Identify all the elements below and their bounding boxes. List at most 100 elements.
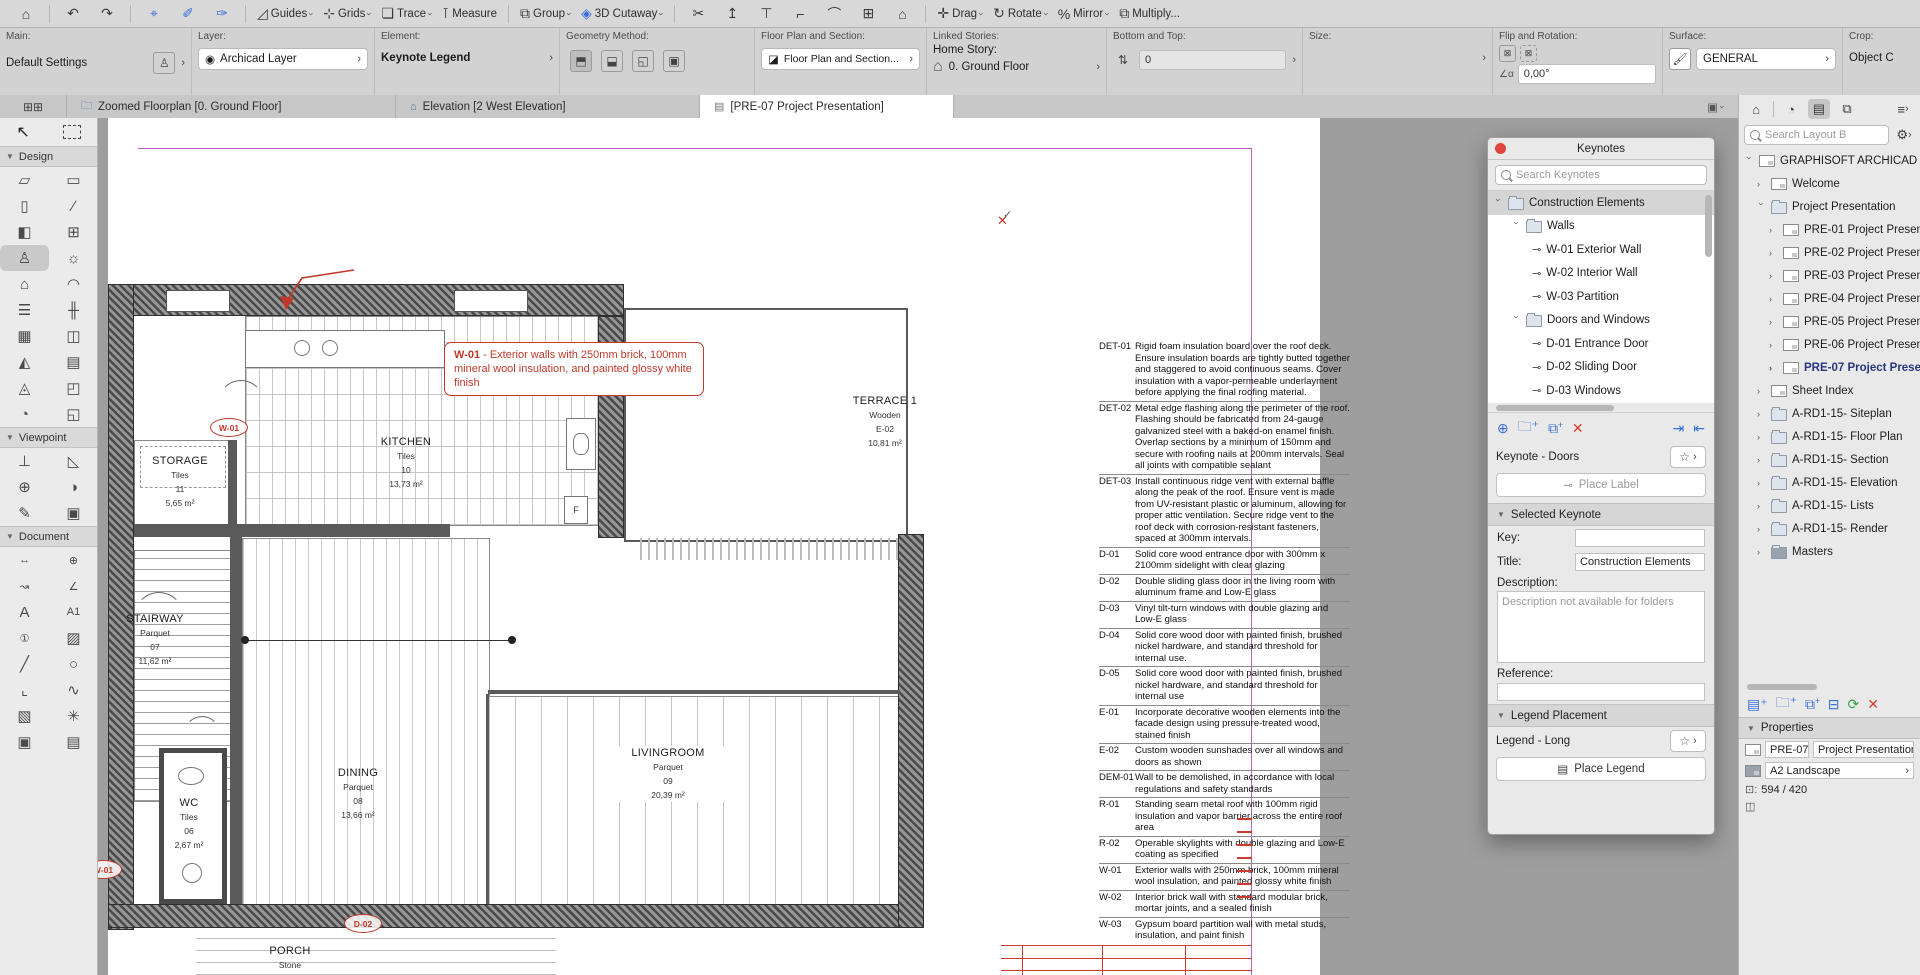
layout-id-field[interactable]: PRE-07 (1765, 741, 1809, 758)
intersect-button[interactable]: ⌐ (784, 3, 816, 25)
expand-icon[interactable]: › (1757, 524, 1766, 534)
element-value[interactable]: Keynote Legend (381, 52, 549, 64)
project-map-icon[interactable]: ⌂ (1745, 99, 1767, 119)
pick-up-parameters-button[interactable]: ⌖ (138, 3, 170, 25)
publisher-icon[interactable]: ⧉ (1836, 99, 1858, 119)
duplicate-icon[interactable]: ⧉⁺ (1548, 420, 1563, 437)
tree-item-siteplan[interactable]: › A-RD1-15- Siteplan (1739, 402, 1920, 425)
window-tool[interactable]: ⊞ (49, 219, 98, 245)
spline-tool[interactable]: ∿ (49, 677, 98, 703)
expand-icon[interactable]: › (1757, 202, 1767, 211)
tree-item-pre-07-selected[interactable]: › PRE-07 Project Presentation (1739, 356, 1920, 379)
horizontal-scrollbar[interactable] (1488, 403, 1714, 412)
add-folder-icon[interactable]: 🗀⁺ (1518, 416, 1539, 440)
freeform-tool[interactable]: ◔ (0, 401, 49, 427)
flip-checkbox[interactable]: ⊠ (1499, 45, 1516, 62)
expand-icon[interactable]: › (1769, 294, 1778, 304)
drag-button[interactable]: ✛Drag› (933, 3, 987, 25)
polyline-tool[interactable]: ⌞ (0, 677, 49, 703)
tree-item-pre-06[interactable]: › PRE-06 Project Presentation (1739, 333, 1920, 356)
mesh-tool[interactable]: ◭ (0, 349, 49, 375)
tree-item-project[interactable]: › GRAPHISOFT ARCHICAD S (1739, 149, 1920, 172)
curtain-wall-tool[interactable]: ▦ (0, 323, 49, 349)
keynote-item-w02[interactable]: ⊸ W-02 Interior Wall (1488, 262, 1714, 286)
tree-item-project-presentation[interactable]: › Project Presentation (1739, 195, 1920, 218)
angle-dimension-tool[interactable]: ∠ (49, 573, 98, 599)
tree-item-sheet-index[interactable]: › Sheet Index (1739, 379, 1920, 402)
tab-pre-07-presentation[interactable]: ▤ [PRE-07 Project Presentation] (700, 95, 954, 118)
tree-item-pre-01[interactable]: › PRE-01 Project Presentation (1739, 218, 1920, 241)
detail-tool[interactable]: ⊕ (0, 474, 49, 500)
paintbrush-icon[interactable]: 🖌 (1669, 48, 1691, 70)
tree-item-welcome[interactable]: › Welcome (1739, 172, 1920, 195)
delete-icon[interactable]: ✕ (1572, 420, 1584, 437)
group-button[interactable]: ⧉Group› (516, 3, 575, 25)
keynote-item-d02[interactable]: ⊸ D-02 Sliding Door (1488, 356, 1714, 380)
legend-placement-header[interactable]: ▼ Legend Placement (1488, 704, 1714, 727)
expand-icon[interactable]: › (1769, 225, 1778, 235)
chevron-right-icon[interactable]: › (1292, 54, 1296, 66)
3d-cutaway-button[interactable]: ◈3D Cutaway› (577, 3, 667, 25)
floorplan-section-button[interactable]: ◪ Floor Plan and Section... › (761, 48, 920, 70)
keynote-folder-doors-windows[interactable]: › Doors and Windows (1488, 309, 1714, 333)
update-icon[interactable]: ⟳ (1848, 696, 1860, 713)
wall-tool[interactable]: ▱ (0, 167, 49, 193)
panel-tool[interactable]: ◰ (49, 375, 98, 401)
zone-stamp-tool[interactable]: ◱ (49, 401, 98, 427)
expand-icon[interactable]: › (1769, 248, 1778, 258)
tree-item-pre-02[interactable]: › PRE-02 Project Presentation (1739, 241, 1920, 264)
tree-item-masters[interactable]: › Masters (1739, 540, 1920, 563)
keynote-item-w01[interactable]: ⊸ W-01 Exterior Wall (1488, 238, 1714, 262)
tree-item-section[interactable]: › A-RD1-15- Section (1739, 448, 1920, 471)
tab-overview-button[interactable]: ⊞⊞ (0, 95, 67, 118)
keynote-folder-construction-elements[interactable]: › Construction Elements (1488, 191, 1714, 215)
toolbox-section-document[interactable]: ▼ Document (0, 526, 97, 547)
new-subset-icon[interactable]: 🗀⁺ (1776, 692, 1797, 716)
door-tool[interactable]: ◧ (0, 219, 49, 245)
level-dimension-tool[interactable]: ⊕ (49, 547, 98, 573)
navigator-menu-icon[interactable]: ≡› (1892, 99, 1914, 119)
elevation-tool[interactable]: ◺ (49, 448, 98, 474)
circle-tool[interactable]: ○ (49, 651, 98, 677)
grids-button[interactable]: ⊹Grids› (319, 3, 375, 25)
zone-tool[interactable]: ▤ (49, 349, 98, 375)
toolbox-section-design[interactable]: ▼ Design (0, 146, 97, 167)
navigator-horizontal-scrollbar[interactable] (1739, 682, 1920, 691)
gear-icon[interactable]: ⚙› (1893, 125, 1915, 145)
keynote-item-w03[interactable]: ⊸ W-03 Partition (1488, 285, 1714, 309)
expand-icon[interactable]: › (1769, 317, 1778, 327)
chevron-right-icon[interactable]: › (1096, 61, 1100, 73)
chevron-right-icon[interactable]: › (1482, 52, 1486, 64)
interior-elevation-tool[interactable]: ◑ (49, 474, 98, 500)
add-keynote-icon[interactable]: ⊕ (1497, 420, 1509, 437)
expand-icon[interactable]: › (1757, 547, 1766, 557)
radial-dimension-tool[interactable]: ↝ (0, 573, 49, 599)
view-map-icon[interactable]: ◔ (1780, 99, 1802, 119)
close-icon[interactable] (1495, 143, 1506, 154)
key-input[interactable] (1575, 529, 1705, 547)
figure-tool[interactable]: ▣ (0, 729, 49, 755)
keynotes-search-input[interactable]: Search Keynotes (1495, 165, 1707, 185)
new-master-icon[interactable]: ⧉⁺ (1805, 696, 1820, 713)
expand-icon[interactable]: › (1757, 409, 1766, 419)
selected-keynote-header[interactable]: ▼ Selected Keynote (1488, 503, 1714, 526)
expand-icon[interactable]: › (1745, 156, 1755, 165)
crop-value[interactable]: Object C (1849, 52, 1914, 64)
settings-icon[interactable]: ⊟ (1828, 696, 1840, 713)
flip-checkbox-2[interactable]: ⊠ (1520, 45, 1537, 62)
line-tool[interactable]: ╱ (0, 651, 49, 677)
surface-field[interactable]: GENERAL› (1696, 48, 1836, 70)
expand-icon[interactable]: › (1769, 271, 1778, 281)
tree-item-render[interactable]: › A-RD1-15- Render (1739, 517, 1920, 540)
delete-icon[interactable]: ✕ (1867, 696, 1879, 713)
master-select[interactable]: A2 Landscape› (1765, 762, 1914, 779)
place-label-button[interactable]: ⊸ Place Label (1496, 473, 1706, 497)
home-button[interactable]: ⌂ (10, 3, 42, 25)
place-legend-button[interactable]: ▤ Place Legend (1496, 757, 1706, 781)
description-textarea[interactable]: Description not available for folders (1497, 591, 1705, 663)
expand-icon[interactable]: › (1757, 501, 1766, 511)
title-input[interactable]: Construction Elements (1575, 553, 1705, 571)
multiply-button[interactable]: ⧉Multiply... (1115, 3, 1184, 25)
trim-button[interactable]: ✂ (682, 3, 714, 25)
arrow-tool[interactable]: ↖ (16, 119, 29, 145)
